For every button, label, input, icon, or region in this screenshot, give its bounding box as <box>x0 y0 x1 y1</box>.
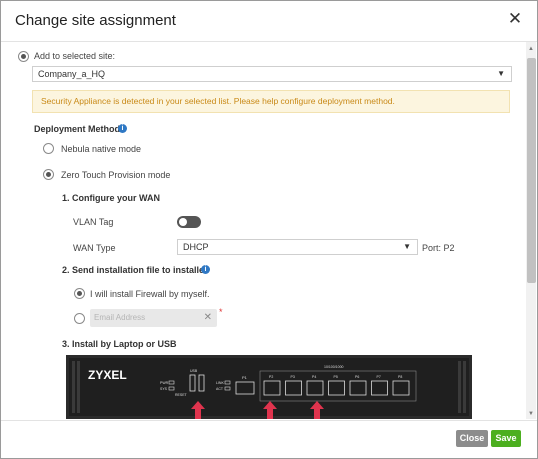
chevron-down-icon: ▼ <box>497 69 505 78</box>
close-button[interactable]: Close <box>456 430 488 447</box>
ports-header: 10/100/1000 <box>324 365 344 369</box>
scroll-up-icon[interactable]: ▲ <box>526 45 536 53</box>
act-label: ACT <box>216 387 224 391</box>
port-label: P6 <box>355 375 359 379</box>
email-input[interactable]: Email Address ✕ <box>90 309 217 327</box>
dialog-footer: Close Save <box>1 420 537 458</box>
usb-label: USB <box>190 369 198 373</box>
reset-label: RESET <box>175 393 188 397</box>
add-to-site-label: Add to selected site: <box>34 51 116 61</box>
port-label: P8 <box>398 375 402 379</box>
info-icon[interactable]: i <box>118 124 127 133</box>
close-icon[interactable]: ✕ <box>507 10 523 27</box>
wan-type-value: DHCP <box>183 242 209 252</box>
sys-label: SYS <box>160 387 168 391</box>
email-placeholder: Email Address <box>94 313 146 322</box>
wan-port-text: Port: P2 <box>422 243 455 253</box>
arrow-usb <box>191 401 205 419</box>
clear-icon[interactable]: ✕ <box>204 309 212 327</box>
scroll-down-icon[interactable]: ▼ <box>526 410 536 418</box>
scrollbar-thumb[interactable] <box>527 58 536 283</box>
arrow-p4 <box>310 401 324 419</box>
wan-type-select[interactable]: DHCP ▼ <box>177 239 418 255</box>
change-site-dialog: Change site assignment ✕ Add to selected… <box>0 0 538 459</box>
chevron-down-icon: ▼ <box>403 242 411 251</box>
zero-touch-label: Zero Touch Provision mode <box>61 170 171 180</box>
warning-banner: Security Appliance is detected in your s… <box>32 90 510 113</box>
callout-arrows <box>191 401 324 419</box>
zero-touch-radio[interactable] <box>43 169 54 180</box>
nebula-native-label: Nebula native mode <box>61 144 142 154</box>
site-select-value: Company_a_HQ <box>38 69 106 79</box>
pwr-label: PWR <box>160 381 169 385</box>
dialog-title: Change site assignment <box>15 12 176 29</box>
port-label: P5 <box>334 375 338 379</box>
required-mark: * <box>219 307 223 317</box>
install-myself-label: I will install Firewall by myself. <box>90 289 210 299</box>
configure-wan-heading: 1. Configure your WAN <box>62 193 161 203</box>
wan-type-label: WAN Type <box>73 243 116 253</box>
vlan-tag-label: VLAN Tag <box>73 217 114 227</box>
info-icon[interactable]: i <box>201 265 210 274</box>
site-select[interactable]: Company_a_HQ ▼ <box>32 66 512 82</box>
email-radio[interactable] <box>74 313 85 324</box>
deployment-method-label: Deployment Method <box>34 124 121 134</box>
arrow-p2 <box>263 401 277 419</box>
port-label: P4 <box>312 375 316 379</box>
add-to-site-radio[interactable] <box>18 51 29 62</box>
vlan-tag-toggle[interactable] <box>177 216 201 228</box>
save-button[interactable]: Save <box>491 430 521 447</box>
send-install-file-heading: 2. Send installation file to installer <box>62 265 208 275</box>
port-label: P3 <box>291 375 295 379</box>
port-label: P7 <box>377 375 381 379</box>
install-laptop-heading: 3. Install by Laptop or USB <box>62 339 177 349</box>
port-label: P2 <box>269 375 273 379</box>
install-myself-radio[interactable] <box>74 288 85 299</box>
link-label: LINK <box>216 381 224 385</box>
p1-label: P1 <box>242 375 248 380</box>
nebula-native-radio[interactable] <box>43 143 54 154</box>
device-brand: ZYXEL <box>88 368 127 382</box>
dialog-header: Change site assignment ✕ <box>1 1 537 42</box>
